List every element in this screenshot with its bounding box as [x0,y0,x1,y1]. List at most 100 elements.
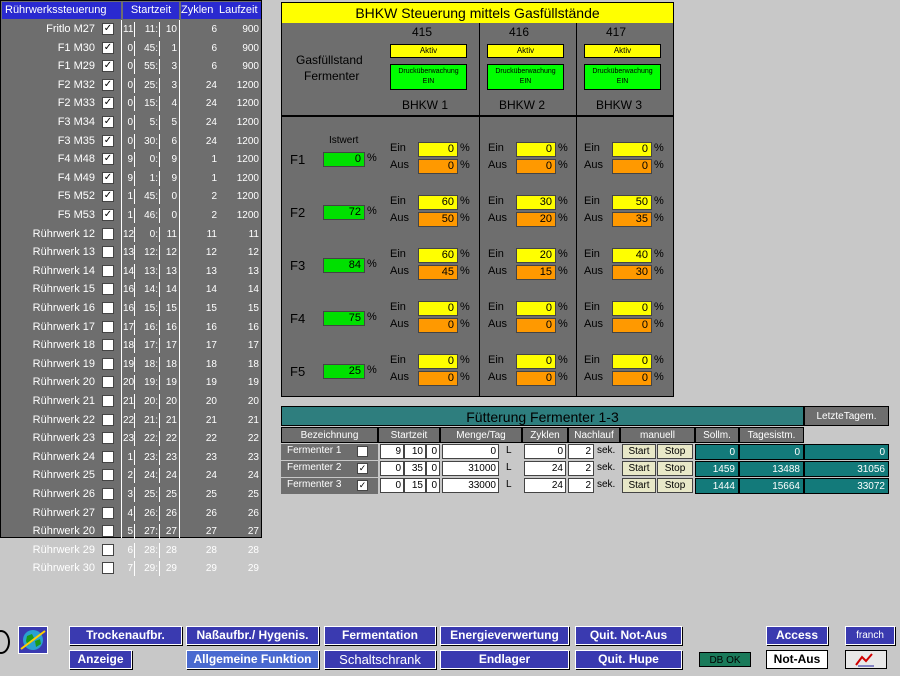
start-hour[interactable]: 0 [123,59,133,74]
start-minute[interactable]: 11: [141,22,158,37]
aus-threshold[interactable]: 45 [418,265,458,280]
start-hour-input[interactable]: 9 [380,444,404,459]
start-hour[interactable]: 0 [123,96,133,111]
laufzeit-value[interactable]: 27 [223,524,259,539]
zyklen-value[interactable]: 26 [189,506,217,521]
start-button[interactable]: Start [622,444,656,459]
ein-threshold[interactable]: 50 [612,195,652,210]
ruehrwerk-checkbox[interactable]: ✓ [102,116,114,128]
start-second[interactable]: 21 [164,413,177,428]
ruehrwerk-checkbox[interactable]: ✓ [102,78,114,91]
start-minute[interactable]: 5: [141,115,158,130]
start-hour[interactable]: 17 [123,320,134,335]
zyklen-value[interactable]: 1 [189,152,217,167]
start-second[interactable]: 10 [164,22,177,37]
ruehrwerk-checkbox[interactable] [102,339,114,352]
zyklen-value[interactable]: 11 [189,227,217,242]
start-minute[interactable]: 27: [141,524,158,539]
start-hour[interactable]: 14 [123,264,134,279]
laufzeit-value[interactable]: 900 [223,41,259,56]
start-second[interactable]: 27 [164,524,177,539]
laufzeit-value[interactable]: 20 [223,394,259,409]
aus-threshold[interactable]: 0 [418,371,458,386]
laufzeit-value[interactable]: 900 [223,59,259,74]
stop-button[interactable]: Stop [657,478,693,493]
start-minute[interactable]: 29: [141,561,158,576]
start-minute[interactable]: 12: [141,245,158,260]
nassaufbr-button[interactable]: Naßaufbr./ Hygenis. [186,626,319,645]
ruehrwerk-checkbox[interactable] [102,320,114,333]
start-minute[interactable]: 25: [141,487,158,502]
start-minute[interactable]: 23: [141,450,158,465]
start-hour[interactable]: 21 [123,394,134,409]
druckueberwachung-button[interactable]: Drucküberwachung EIN [390,64,467,90]
start-hour[interactable]: 9 [123,152,133,167]
start-second-input[interactable]: 0 [426,478,440,493]
aus-threshold[interactable]: 0 [612,159,652,174]
aus-threshold[interactable]: 0 [418,318,458,333]
menge-input[interactable]: 33000 [442,478,499,493]
start-minute[interactable]: 55: [141,59,158,74]
ruehrwerk-checkbox[interactable]: ✓ [102,171,114,184]
start-second[interactable]: 0 [164,208,177,223]
start-hour[interactable]: 1 [123,189,133,204]
not-aus-button[interactable]: Not-Aus [766,650,828,669]
start-minute-input[interactable]: 35 [404,461,426,476]
start-hour[interactable]: 16 [123,282,134,297]
start-hour-input[interactable]: 0 [380,461,404,476]
aus-threshold[interactable]: 15 [516,265,556,280]
start-hour[interactable]: 9 [123,171,133,186]
start-minute[interactable]: 46: [141,208,158,223]
ruehrwerk-checkbox[interactable] [102,227,114,240]
start-minute[interactable]: 45: [141,41,158,56]
start-second[interactable]: 29 [164,561,177,576]
zyklen-value[interactable]: 2 [189,208,217,223]
laufzeit-value[interactable]: 22 [223,431,259,446]
fermentation-button[interactable]: Fermentation [324,626,436,645]
start-second[interactable]: 12 [164,245,177,260]
start-second[interactable]: 23 [164,450,177,465]
zyklen-input[interactable]: 24 [524,461,566,476]
quit-notaus-button[interactable]: Quit. Not-Aus [575,626,682,645]
ruehrwerk-checkbox[interactable] [102,283,114,296]
start-second[interactable]: 22 [164,431,177,446]
zyklen-input[interactable]: 0 [524,444,566,459]
zyklen-value[interactable]: 28 [189,543,217,558]
quit-hupe-button[interactable]: Quit. Hupe [575,650,682,669]
laufzeit-value[interactable]: 15 [223,301,259,316]
stop-button[interactable]: Stop [657,461,693,476]
start-minute[interactable]: 24: [141,468,158,483]
zyklen-value[interactable]: 13 [189,264,217,279]
zyklen-value[interactable]: 20 [189,394,217,409]
aus-threshold[interactable]: 0 [516,318,556,333]
ruehrwerk-checkbox[interactable] [102,506,114,519]
nachlauf-input[interactable]: 2 [568,478,594,493]
start-second[interactable]: 11 [164,227,177,242]
start-second[interactable]: 15 [164,301,177,316]
ruehrwerk-checkbox[interactable] [102,264,114,277]
aus-threshold[interactable]: 0 [612,318,652,333]
laufzeit-value[interactable]: 25 [223,487,259,502]
menge-input[interactable]: 31000 [442,461,499,476]
ruehrwerk-checkbox[interactable]: ✓ [102,41,114,54]
start-second[interactable]: 3 [164,59,177,74]
start-minute[interactable]: 21: [141,413,158,428]
start-second[interactable]: 14 [164,282,177,297]
start-hour[interactable]: 0 [123,78,133,93]
start-hour[interactable]: 18 [123,338,134,353]
zyklen-value[interactable]: 2 [189,189,217,204]
start-second[interactable]: 19 [164,375,177,390]
ein-threshold[interactable]: 0 [612,354,652,369]
zyklen-value[interactable]: 19 [189,375,217,390]
start-hour[interactable]: 13 [123,245,134,260]
aus-threshold[interactable]: 0 [516,159,556,174]
laufzeit-value[interactable]: 16 [223,320,259,335]
zyklen-value[interactable]: 17 [189,338,217,353]
start-second[interactable]: 6 [164,134,177,149]
ein-threshold[interactable]: 40 [612,248,652,263]
start-second[interactable]: 9 [164,171,177,186]
laufzeit-value[interactable]: 26 [223,506,259,521]
ruehrwerk-checkbox[interactable] [102,413,114,426]
ein-threshold[interactable]: 30 [516,195,556,210]
laufzeit-value[interactable]: 29 [223,561,259,576]
